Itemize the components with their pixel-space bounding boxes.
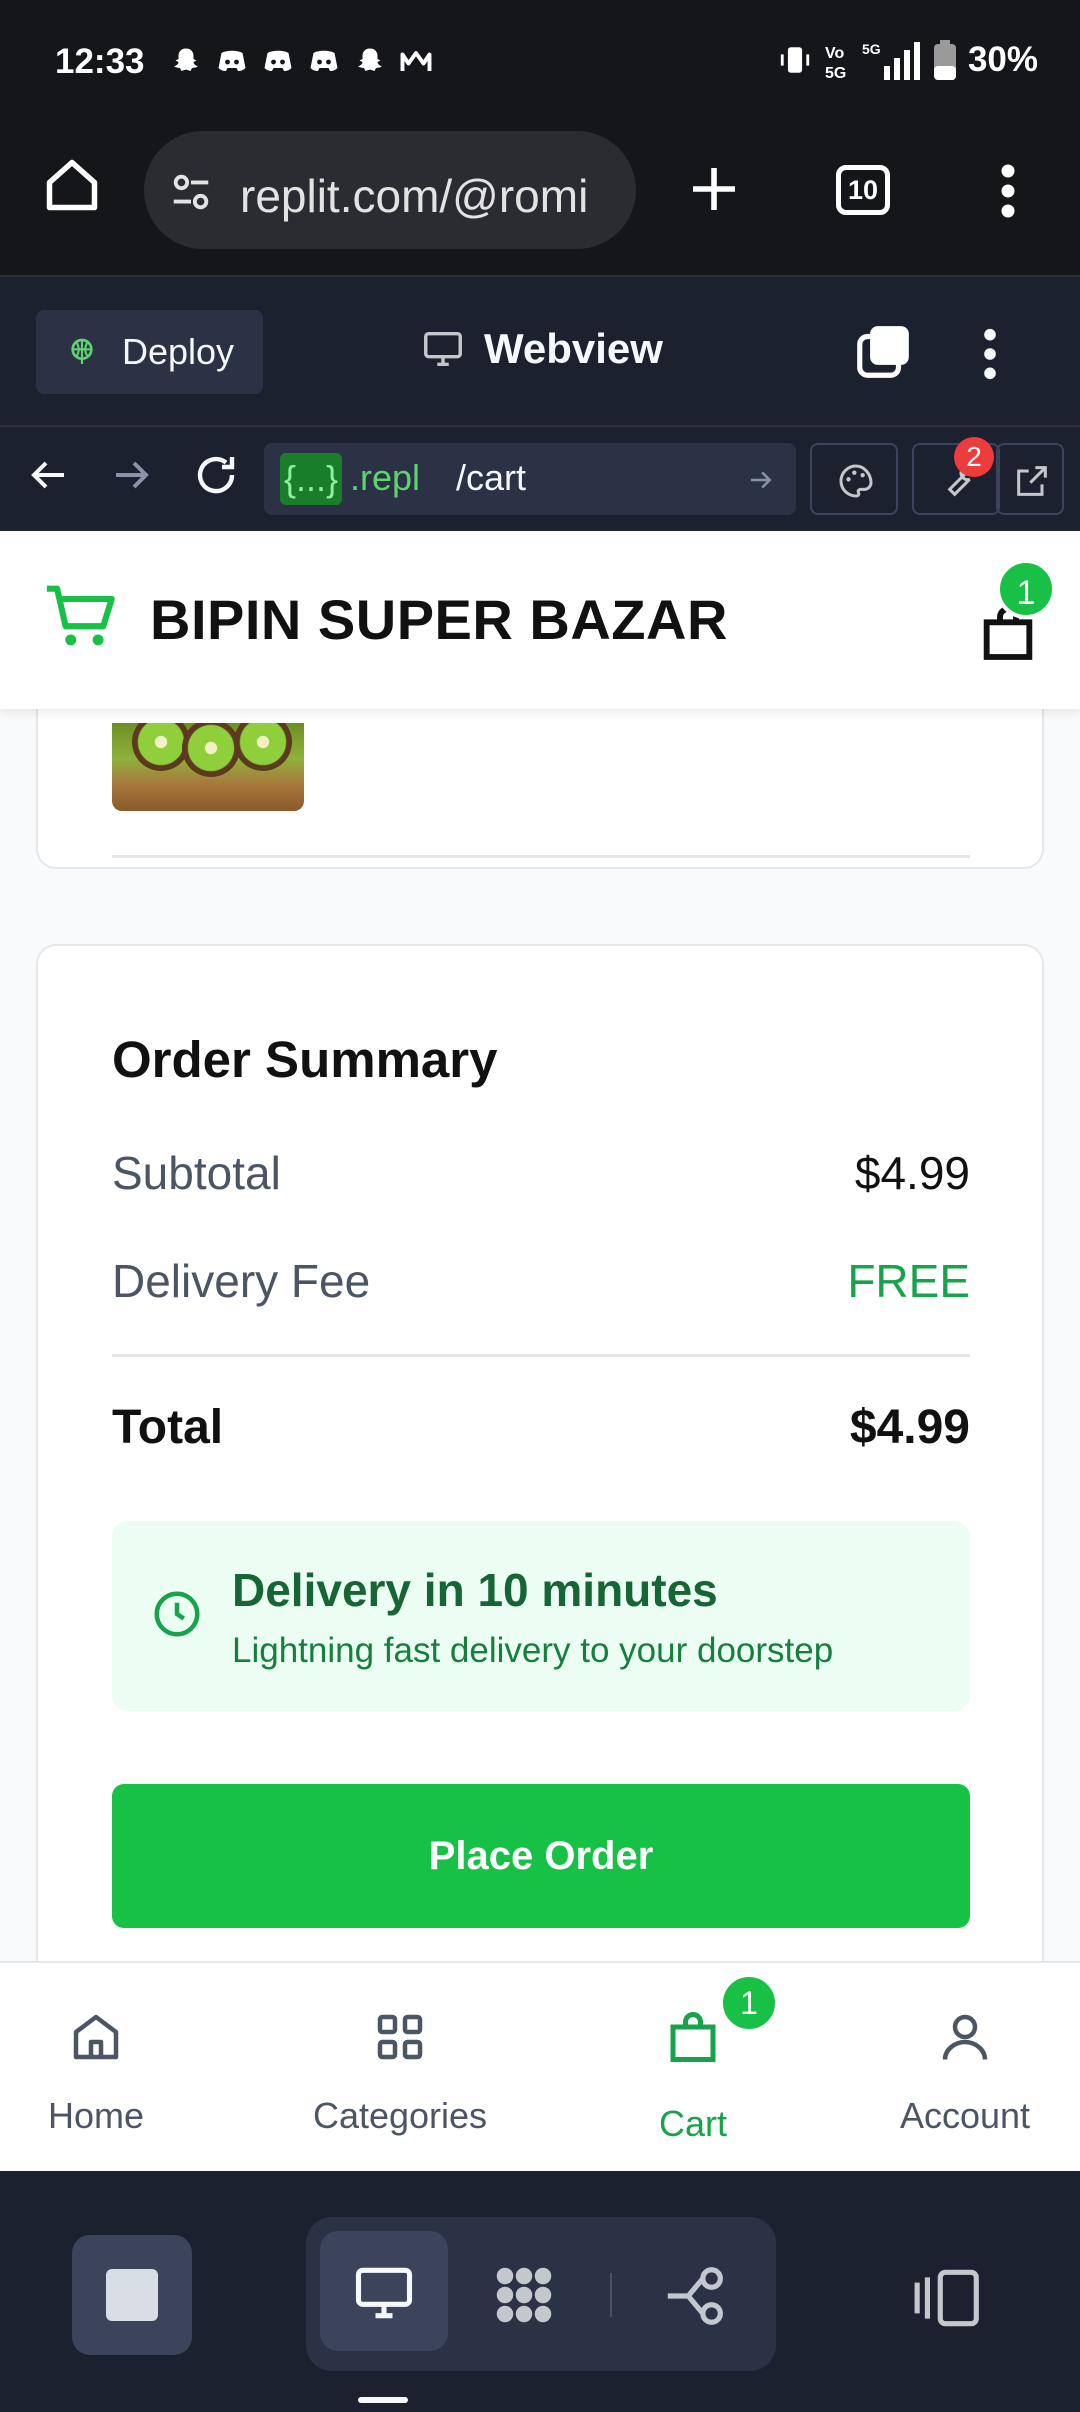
total-label: Total bbox=[112, 1401, 224, 1454]
order-summary-title: Order Summary bbox=[112, 1031, 498, 1088]
address-text[interactable]: replit.com/@romi bbox=[240, 169, 620, 223]
new-tab-icon[interactable] bbox=[686, 161, 742, 217]
replit-bottom-bar bbox=[0, 2171, 1080, 2412]
signal-icon: 5G bbox=[862, 41, 920, 80]
devtools-badge: 2 bbox=[954, 437, 994, 477]
switcher-divider bbox=[610, 2273, 612, 2317]
palette-button[interactable] bbox=[810, 443, 898, 515]
open-external-button[interactable] bbox=[996, 443, 1064, 515]
home-icon bbox=[73, 2014, 119, 2060]
snapchat-icon bbox=[358, 48, 382, 71]
delivery-fee-value: FREE bbox=[847, 1255, 970, 1307]
nav-item-account[interactable]: Account bbox=[835, 1963, 1080, 2171]
store-page: BIPIN SUPER BAZAR 1 Order Summary Subtot… bbox=[0, 531, 1080, 2171]
delivery-info-banner: Delivery in 10 minutes Lightning fast de… bbox=[112, 1521, 970, 1711]
side-panel-icon[interactable] bbox=[912, 2267, 984, 2329]
nav-label-categories: Categories bbox=[312, 2095, 488, 2136]
store-header: BIPIN SUPER BAZAR 1 bbox=[0, 531, 1080, 709]
palette-icon bbox=[839, 464, 873, 498]
bottom-navigation: Home Categories 1 Cart Account bbox=[0, 1961, 1080, 2171]
webview-title[interactable]: Webview bbox=[420, 325, 663, 373]
url-path[interactable]: /cart bbox=[456, 457, 526, 499]
store-brand[interactable]: BIPIN SUPER BAZAR bbox=[150, 587, 728, 652]
monitor-icon bbox=[355, 2267, 413, 2319]
product-image[interactable] bbox=[112, 723, 304, 811]
shopping-cart-icon[interactable] bbox=[40, 575, 122, 657]
delivery-time-subtitle: Lightning fast delivery to your doorstep bbox=[232, 1631, 834, 1670]
cart-count-badge: 1 bbox=[996, 559, 1056, 619]
nav-label-home: Home bbox=[47, 2095, 145, 2136]
subtotal-row: Subtotal $4.99 bbox=[112, 1146, 970, 1200]
vibrate-icon bbox=[780, 47, 810, 73]
delivery-fee-row: Delivery Fee FREE bbox=[112, 1254, 970, 1308]
discord-icon bbox=[218, 50, 246, 71]
go-arrow-icon[interactable] bbox=[746, 465, 776, 495]
snapchat-icon bbox=[174, 48, 198, 71]
notification-icons bbox=[168, 44, 434, 80]
view-switcher bbox=[306, 2217, 776, 2371]
nav-item-cart[interactable]: 1 Cart bbox=[563, 1963, 823, 2171]
stop-button[interactable] bbox=[72, 2235, 192, 2355]
total-row: Total $4.99 bbox=[112, 1400, 970, 1455]
repl-url-tag: {...} bbox=[280, 453, 343, 505]
gmail-icon bbox=[400, 51, 432, 71]
back-arrow-icon[interactable] bbox=[24, 451, 72, 499]
volte-icon: Vo 5G bbox=[825, 45, 846, 80]
svg-text:Vo: Vo bbox=[825, 45, 844, 62]
svg-text:5G: 5G bbox=[825, 65, 846, 80]
subtotal-label: Subtotal bbox=[112, 1147, 281, 1199]
devtools-button[interactable]: 2 bbox=[912, 437, 1000, 515]
repl-url-suffix: .repl bbox=[350, 457, 421, 498]
discord-icon bbox=[310, 50, 338, 71]
battery-level: 30% bbox=[967, 40, 1038, 79]
reload-icon[interactable] bbox=[192, 451, 240, 499]
gesture-home-indicator bbox=[358, 2397, 408, 2403]
more-vert-icon[interactable] bbox=[970, 325, 1010, 383]
clock-icon bbox=[154, 1591, 200, 1637]
layers-icon[interactable] bbox=[852, 321, 914, 383]
stop-icon bbox=[106, 2269, 158, 2321]
svg-text:5G: 5G bbox=[862, 41, 881, 57]
nav-label-account: Account bbox=[899, 2095, 1031, 2136]
status-bar: 12:33 Vo 5G 5G 30% bbox=[0, 0, 1080, 125]
total-value: $4.99 bbox=[849, 1401, 970, 1454]
user-icon bbox=[942, 2014, 988, 2060]
tab-switcher-button[interactable]: 10 bbox=[836, 165, 890, 215]
replit-header: Deploy Webview bbox=[0, 277, 1080, 427]
monitor-icon bbox=[424, 331, 462, 367]
more-vert-icon[interactable] bbox=[990, 161, 1026, 221]
delivery-time-title: Delivery in 10 minutes bbox=[232, 1564, 718, 1616]
grid-icon bbox=[377, 2014, 423, 2060]
place-order-button[interactable]: Place Order bbox=[112, 1784, 970, 1928]
browser-toolbar: replit.com/@romi 10 bbox=[0, 125, 1080, 277]
bag-icon bbox=[670, 2012, 716, 2062]
site-settings-icon[interactable] bbox=[168, 169, 214, 215]
nav-item-categories[interactable]: Categories bbox=[270, 1963, 530, 2171]
battery-icon bbox=[933, 40, 956, 80]
webview-url-field[interactable]: {...} .repl /cart bbox=[264, 443, 796, 515]
nav-item-home[interactable]: Home bbox=[0, 1963, 226, 2171]
summary-divider bbox=[112, 1354, 970, 1357]
external-link-icon bbox=[1017, 466, 1047, 496]
home-icon[interactable] bbox=[42, 155, 102, 215]
git-branch-icon[interactable] bbox=[662, 2261, 732, 2331]
status-indicators: Vo 5G 5G 30% bbox=[778, 40, 1038, 80]
deploy-button[interactable]: Deploy bbox=[36, 310, 263, 394]
delivery-fee-label: Delivery Fee bbox=[112, 1255, 371, 1307]
deploy-label: Deploy bbox=[122, 331, 235, 372]
forward-arrow-icon[interactable] bbox=[108, 451, 156, 499]
agent-icon[interactable] bbox=[486, 2257, 562, 2333]
discord-icon bbox=[264, 50, 292, 71]
cart-nav-badge: 1 bbox=[719, 1973, 779, 2033]
deploy-icon bbox=[71, 338, 93, 364]
nav-label-cart: Cart bbox=[658, 2103, 727, 2144]
address-bar[interactable]: replit.com/@romi bbox=[144, 131, 636, 249]
webview-label: Webview bbox=[484, 325, 663, 372]
item-divider bbox=[112, 855, 970, 858]
subtotal-value: $4.99 bbox=[854, 1147, 970, 1199]
status-time: 12:33 bbox=[55, 42, 145, 81]
webview-url-bar: {...} .repl /cart 2 bbox=[0, 429, 1080, 529]
